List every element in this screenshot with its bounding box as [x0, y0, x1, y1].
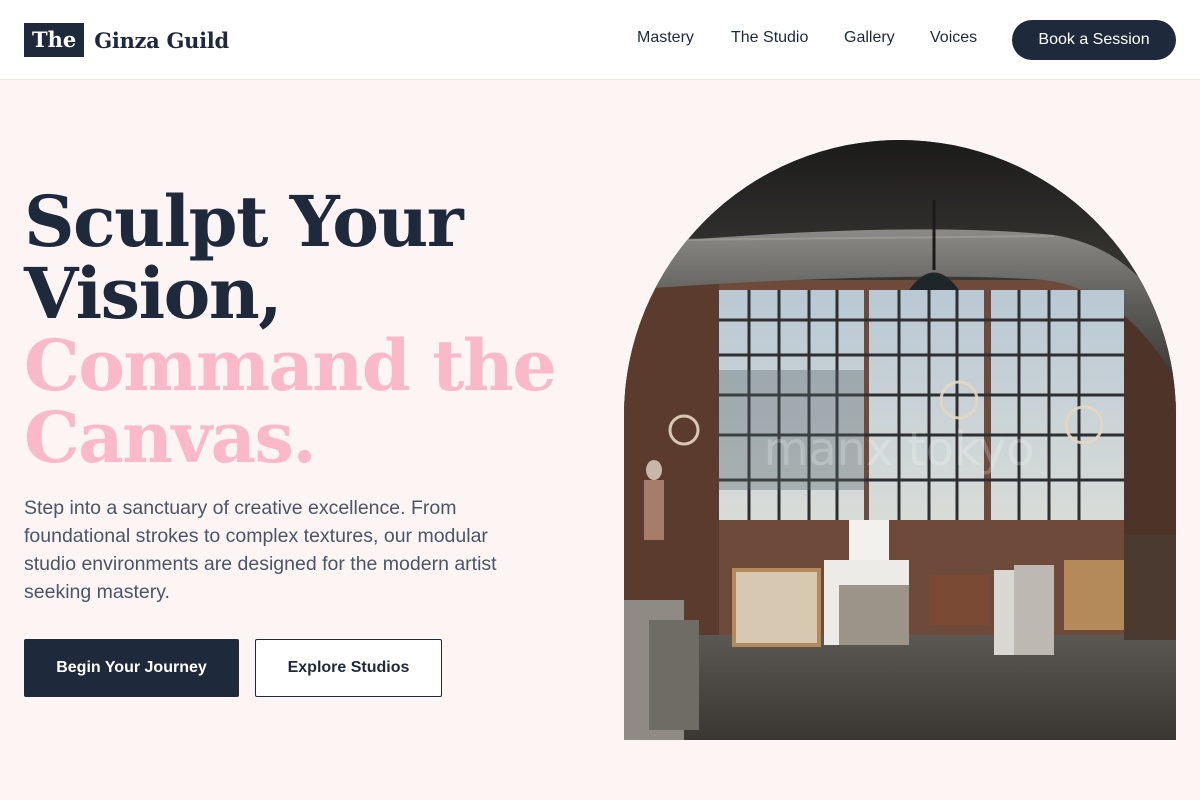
nav-link-voices[interactable]: Voices — [930, 29, 977, 47]
hero-title: Sculpt Your Vision, Command the Canvas. — [24, 180, 557, 479]
begin-journey-button[interactable]: Begin Your Journey — [24, 639, 239, 697]
nav-link-mastery[interactable]: Mastery — [637, 29, 694, 47]
brand-mark: The — [24, 23, 85, 57]
nav-link-gallery[interactable]: Gallery — [844, 29, 895, 47]
studio-illustration: manx tokyo — [624, 140, 1176, 740]
hero-title-line-3: Command the — [24, 324, 557, 407]
site-header: The Ginza Guild Mastery The Studio Galle… — [0, 0, 1200, 80]
brand-logo[interactable]: The Ginza Guild — [24, 23, 229, 57]
hero-title-line-4: Canvas. — [24, 396, 317, 479]
hero-description: Step into a sanctuary of creative excell… — [24, 497, 497, 603]
hero-title-line-1: Sculpt Your — [24, 180, 464, 263]
studio-hero-image: manx tokyo — [624, 140, 1176, 740]
brand-name: Ginza Guild — [94, 27, 229, 53]
book-session-button[interactable]: Book a Session — [1012, 20, 1176, 60]
nav-link-the-studio[interactable]: The Studio — [731, 29, 808, 47]
explore-studios-button[interactable]: Explore Studios — [255, 639, 442, 697]
image-watermark: manx tokyo — [764, 422, 1035, 476]
hero-title-line-2: Vision, — [24, 252, 283, 335]
